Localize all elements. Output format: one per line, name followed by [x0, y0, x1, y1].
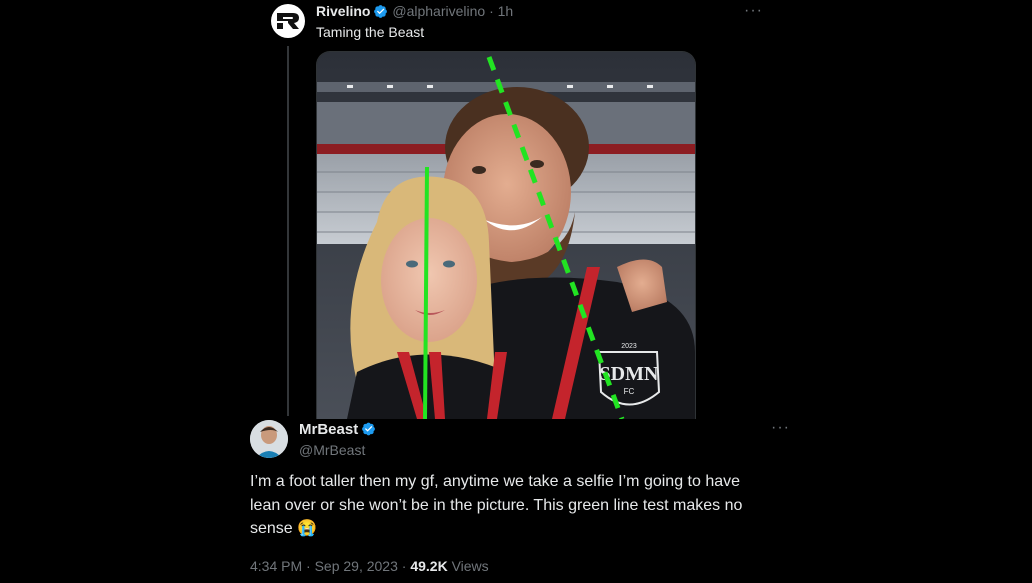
quoted-author-name[interactable]: Rivelino	[316, 3, 370, 19]
verified-badge-icon	[373, 4, 388, 19]
tweet-author-row: MrBeast	[299, 421, 376, 438]
avatar-image	[250, 420, 288, 458]
tweet-photo[interactable]: 2023 SDMN FC	[316, 51, 696, 419]
more-options-icon[interactable]: ···	[771, 419, 790, 437]
quoted-tweet-text: Taming the Beast	[316, 24, 425, 40]
mrbeast-avatar[interactable]	[250, 420, 288, 458]
quoted-handle[interactable]: @alpharivelino	[392, 3, 485, 19]
tweet-author-name[interactable]: MrBeast	[299, 421, 358, 438]
tweet-timestamp[interactable]: 4:34 PM · Sep 29, 2023 ·	[250, 558, 410, 574]
woman-face	[381, 218, 477, 342]
sdmn-year: 2023	[621, 343, 637, 350]
rivelino-logo-icon	[277, 13, 299, 29]
green-solid-line	[423, 166, 429, 419]
rivelino-avatar[interactable]	[271, 4, 305, 38]
quoted-tweet-header: Rivelino @alpharivelino · 1h	[316, 3, 513, 19]
thread-connector-line	[287, 46, 289, 416]
verified-badge-icon	[361, 421, 376, 436]
views-count: 49.2K	[410, 558, 448, 574]
tweet-meta: 4:34 PM · Sep 29, 2023 · 49.2K Views	[250, 558, 489, 574]
quoted-time[interactable]: · 1h	[489, 3, 513, 19]
tweet-author-handle[interactable]: @MrBeast	[299, 442, 365, 458]
sdmn-fc: FC	[624, 387, 635, 396]
views-label: Views	[447, 558, 489, 574]
tweet-text: I’m a foot taller then my gf, anytime we…	[250, 473, 743, 537]
more-options-icon[interactable]: ···	[744, 2, 763, 20]
selfie-illustration: 2023 SDMN FC	[317, 52, 695, 419]
